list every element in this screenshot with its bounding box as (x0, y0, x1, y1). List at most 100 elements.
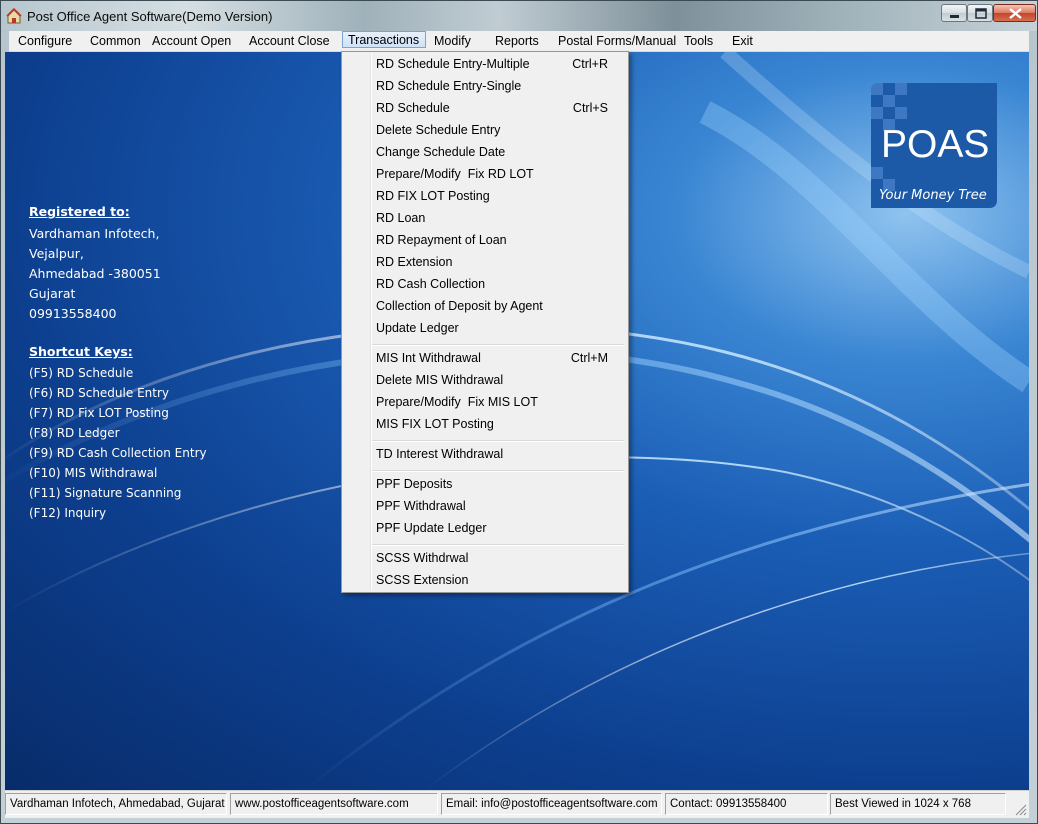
dd-delete-mis-withdrawal[interactable]: Delete MIS Withdrawal (344, 370, 626, 392)
dd-label: Prepare/Modify Fix MIS LOT (376, 395, 538, 409)
dd-label: RD FIX LOT Posting (376, 189, 490, 203)
info-panel: Registered to: Vardhaman Infotech, Vejal… (29, 204, 207, 526)
status-email: Email: info@postofficeagentsoftware.com (441, 793, 662, 815)
menu-configure[interactable]: Configure (18, 32, 72, 50)
status-bar: Vardhaman Infotech, Ahmedabad, Gujarat w… (5, 790, 1029, 818)
shortcut-line: (F7) RD Fix LOT Posting (29, 406, 169, 420)
dd-prepare-fix-mis-lot[interactable]: Prepare/Modify Fix MIS LOT (344, 392, 626, 414)
shortcut-line: (F10) MIS Withdrawal (29, 466, 158, 480)
dd-label: SCSS Withdrwal (376, 551, 469, 565)
dd-label: SCSS Extension (376, 573, 469, 587)
dd-prepare-fix-rd-lot[interactable]: Prepare/Modify Fix RD LOT (344, 164, 626, 186)
dd-rd-extension[interactable]: RD Extension (344, 252, 626, 274)
dd-label: RD Schedule (376, 101, 450, 115)
status-contact: Contact: 09913558400 (665, 793, 828, 815)
registered-line: Vardhaman Infotech, (29, 226, 160, 241)
poas-logo: POAS Your Money Tree (871, 83, 997, 208)
menu-postal-forms[interactable]: Postal Forms/Manual (558, 32, 676, 50)
close-button[interactable] (993, 4, 1036, 22)
dd-shortcut: Ctrl+M (570, 351, 608, 365)
shortcut-heading: Shortcut Keys: (29, 344, 133, 359)
app-window: Post Office Agent Software(Demo Version)… (0, 0, 1038, 824)
menu-common[interactable]: Common (90, 32, 141, 50)
dd-label: Update Ledger (376, 321, 459, 335)
registered-line: Ahmedabad -380051 (29, 266, 161, 281)
title-bar[interactable]: Post Office Agent Software(Demo Version) (1, 1, 1037, 31)
dd-label: RD Loan (376, 211, 426, 225)
menu-account-close[interactable]: Account Close (249, 32, 330, 50)
dd-rd-repayment-of-loan[interactable]: RD Repayment of Loan (344, 230, 626, 252)
close-icon (1009, 8, 1022, 19)
window-title: Post Office Agent Software(Demo Version) (27, 9, 273, 24)
dd-shortcut: Ctrl+R (572, 57, 608, 71)
registered-heading: Registered to: (29, 204, 130, 219)
registered-line: Vejalpur, (29, 246, 84, 261)
dd-ppf-update-ledger[interactable]: PPF Update Ledger (344, 518, 626, 540)
menu-tools[interactable]: Tools (684, 32, 713, 50)
dd-ppf-deposits[interactable]: PPF Deposits (344, 474, 626, 496)
menu-modify[interactable]: Modify (434, 32, 471, 50)
logo-square (895, 107, 907, 119)
menu-bar: Configure Common Account Open Account Cl… (9, 31, 1029, 52)
dd-label: Prepare/Modify Fix RD LOT (376, 167, 534, 181)
dd-ppf-withdrawal[interactable]: PPF Withdrawal (344, 496, 626, 518)
menu-reports[interactable]: Reports (495, 32, 539, 50)
shortcut-line: (F12) Inquiry (29, 506, 107, 520)
registered-line: 09913558400 (29, 306, 117, 321)
maximize-icon (975, 8, 987, 19)
dd-label: RD Extension (376, 255, 453, 269)
logo-square (871, 83, 883, 95)
maximize-button[interactable] (967, 4, 993, 22)
dd-rd-cash-collection[interactable]: RD Cash Collection (344, 274, 626, 296)
status-resolution: Best Viewed in 1024 x 768 (830, 793, 1006, 815)
shortcut-line: (F8) RD Ledger (29, 426, 120, 440)
logo-square (871, 167, 883, 179)
status-company: Vardhaman Infotech, Ahmedabad, Gujarat (5, 793, 227, 815)
dd-label: MIS Int Withdrawal (376, 351, 481, 365)
dd-label: RD Schedule Entry-Multiple (376, 57, 530, 71)
app-icon (6, 8, 22, 24)
dd-label: Delete MIS Withdrawal (376, 373, 504, 387)
logo-square (895, 83, 907, 95)
transactions-dropdown: RD Schedule Entry-Multiple Ctrl+R RD Sche… (341, 51, 629, 593)
dd-rd-schedule[interactable]: RD Schedule Ctrl+S (344, 98, 626, 120)
dd-label: RD Repayment of Loan (376, 233, 507, 247)
dd-label: PPF Deposits (376, 477, 453, 491)
dd-label: PPF Update Ledger (376, 521, 487, 535)
dd-update-ledger[interactable]: Update Ledger (344, 318, 626, 340)
menu-separator (372, 544, 624, 546)
dd-td-interest-withdrawal[interactable]: TD Interest Withdrawal (344, 444, 626, 466)
menu-separator (372, 440, 624, 442)
dd-delete-schedule-entry[interactable]: Delete Schedule Entry (344, 120, 626, 142)
dd-scss-extension[interactable]: SCSS Extension (344, 570, 626, 592)
dd-mis-int-withdrawal[interactable]: MIS Int Withdrawal Ctrl+M (344, 348, 626, 370)
dd-rd-loan[interactable]: RD Loan (344, 208, 626, 230)
menu-exit[interactable]: Exit (732, 32, 753, 50)
minimize-button[interactable] (941, 4, 967, 22)
dd-rd-schedule-entry-multiple[interactable]: RD Schedule Entry-Multiple Ctrl+R (344, 54, 626, 76)
logo-square (871, 107, 883, 119)
menu-separator (372, 470, 624, 472)
dd-rd-fix-lot-posting[interactable]: RD FIX LOT Posting (344, 186, 626, 208)
shortcut-line: (F9) RD Cash Collection Entry (29, 446, 207, 460)
dd-mis-fix-lot-posting[interactable]: MIS FIX LOT Posting (344, 414, 626, 436)
dd-scss-withdrawal[interactable]: SCSS Withdrwal (344, 548, 626, 570)
menu-account-open[interactable]: Account Open (152, 32, 231, 50)
dd-label: TD Interest Withdrawal (376, 447, 504, 461)
dd-label: MIS FIX LOT Posting (376, 417, 494, 431)
resize-grip-icon[interactable] (1013, 802, 1027, 816)
dd-label: Collection of Deposit by Agent (376, 299, 543, 313)
dd-rd-schedule-entry-single[interactable]: RD Schedule Entry-Single (344, 76, 626, 98)
shortcut-line: (F5) RD Schedule (29, 366, 134, 380)
logo-name: POAS (881, 123, 990, 166)
menu-separator (372, 344, 624, 346)
dd-shortcut: Ctrl+S (572, 101, 608, 115)
dd-label: RD Cash Collection (376, 277, 486, 291)
shortcut-line: (F11) Signature Scanning (29, 486, 182, 500)
dd-label: RD Schedule Entry-Single (376, 79, 522, 93)
dd-collection-of-deposit[interactable]: Collection of Deposit by Agent (344, 296, 626, 318)
dd-change-schedule-date[interactable]: Change Schedule Date (344, 142, 626, 164)
registered-line: Gujarat (29, 286, 76, 301)
status-website: www.postofficeagentsoftware.com (230, 793, 438, 815)
menu-transactions[interactable]: Transactions (342, 31, 426, 48)
